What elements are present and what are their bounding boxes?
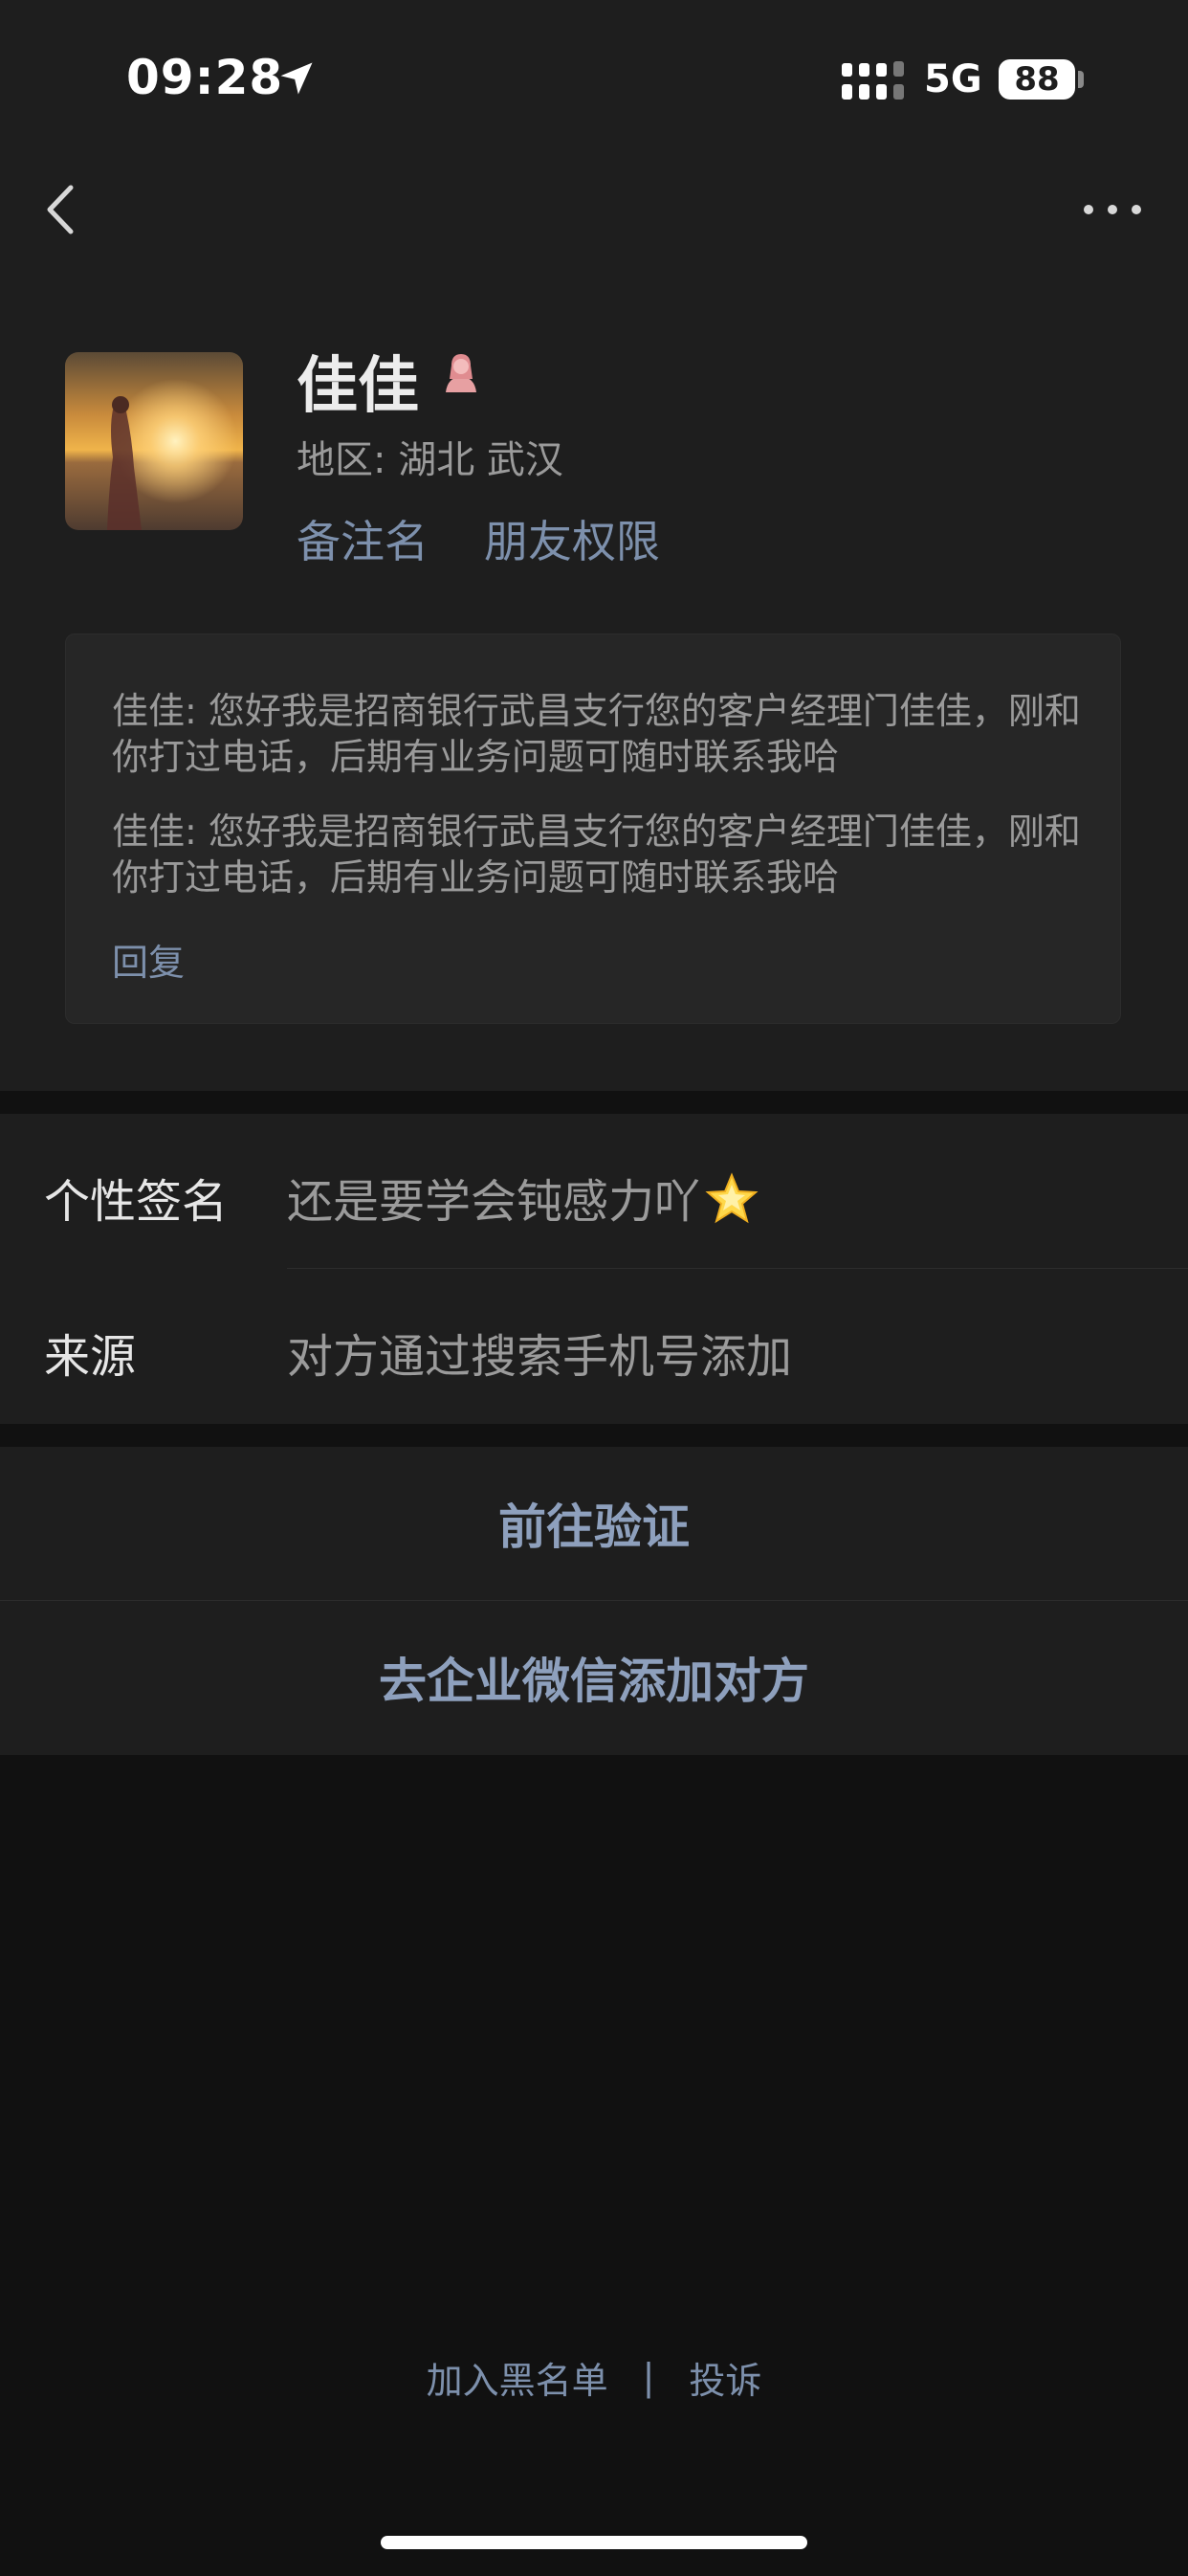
battery-tip	[1078, 71, 1084, 88]
avatar-image	[65, 352, 243, 530]
source-row: 来源 对方通过搜索手机号添加	[0, 1269, 1188, 1424]
greeting-message: 佳佳: 您好我是招商银行武昌支行您的客户经理门佳佳，刚和你打过电话，后期有业务问…	[112, 690, 1081, 778]
blacklist-link[interactable]: 加入黑名单	[427, 2351, 608, 2404]
reply-button[interactable]: 回复	[112, 933, 185, 986]
profile-name: 佳佳	[297, 351, 419, 422]
battery-level: 88	[1014, 60, 1060, 99]
signature-value: 还是要学会钝感力吖	[287, 1164, 759, 1231]
network-type: 5G	[924, 57, 982, 101]
glowing-star-icon	[705, 1172, 759, 1224]
more-dots-icon[interactable]	[1079, 195, 1146, 224]
female-icon	[446, 354, 476, 392]
location-arrow-icon	[280, 62, 313, 95]
home-indicator[interactable]	[381, 2536, 807, 2549]
verify-button[interactable]: 前往验证	[0, 1447, 1188, 1600]
source-label: 来源	[44, 1330, 137, 1384]
battery-icon: 88	[999, 59, 1075, 100]
action-section: 前往验证 去企业微信添加对方	[0, 1447, 1188, 1755]
greeting-message-card: 佳佳: 您好我是招商银行武昌支行您的客户经理门佳佳，刚和你打过电话，后期有业务问…	[65, 633, 1121, 1024]
footer-links: 加入黑名单 | 投诉	[0, 2348, 1188, 2406]
greeting-message: 佳佳: 您好我是招商银行武昌支行您的客户经理门佳佳，刚和你打过电话，后期有业务问…	[112, 811, 1081, 899]
profile-region: 地区: 湖北 武汉	[297, 438, 563, 482]
remark-name-button[interactable]: 备注名	[297, 507, 429, 570]
footer-separator: |	[642, 2356, 655, 2398]
status-bar: 09:28 5G 88	[0, 0, 1188, 144]
complain-link[interactable]: 投诉	[689, 2351, 761, 2404]
chevron-left-icon[interactable]	[38, 180, 84, 239]
signal-icon	[842, 61, 904, 100]
status-time: 09:28	[126, 50, 284, 105]
friend-permission-button[interactable]: 朋友权限	[484, 507, 660, 570]
signature-label: 个性签名	[44, 1175, 229, 1229]
source-value: 对方通过搜索手机号添加	[287, 1330, 793, 1384]
info-section: 个性签名 还是要学会钝感力吖 来源 对方通过搜索手机号添加	[0, 1114, 1188, 1424]
add-via-wecom-button[interactable]: 去企业微信添加对方	[0, 1601, 1188, 1754]
signature-row: 个性签名 还是要学会钝感力吖	[0, 1114, 1188, 1269]
avatar[interactable]	[65, 352, 243, 530]
signature-text: 还是要学会钝感力吖	[287, 1175, 701, 1229]
